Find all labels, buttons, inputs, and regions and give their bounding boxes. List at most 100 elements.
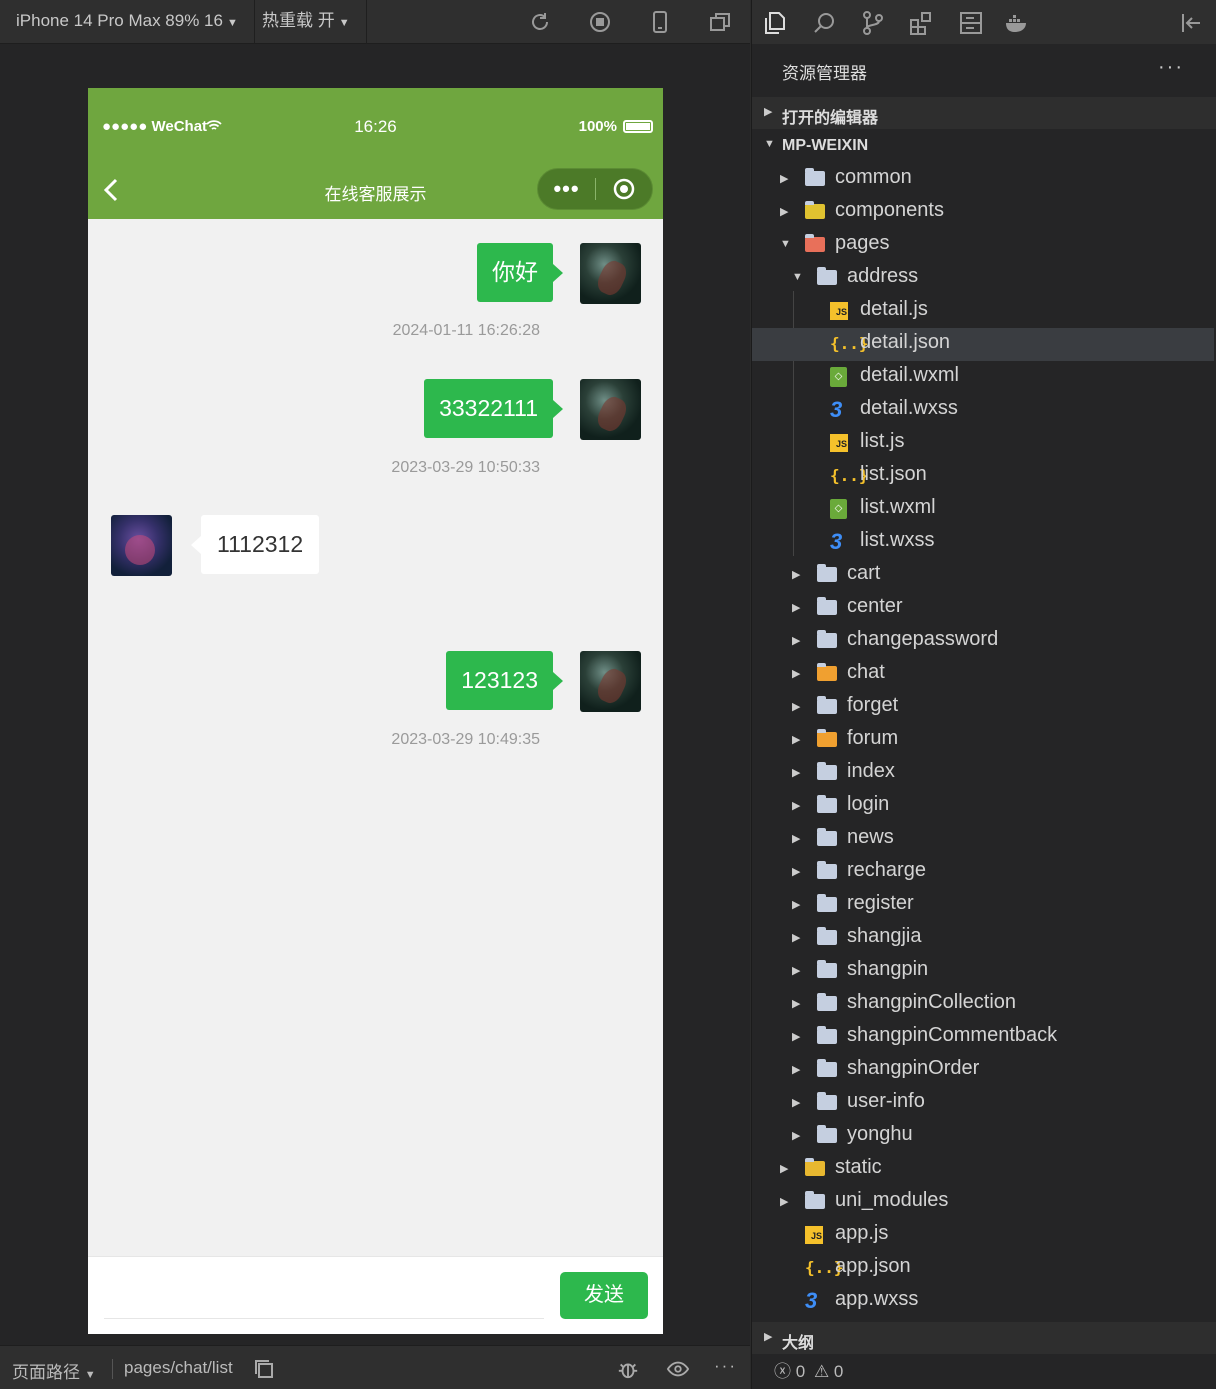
source-control-icon[interactable]: [860, 10, 886, 36]
chevron-right-icon: ▶: [792, 1130, 801, 1142]
tree-item-label: shangpinCommentback: [847, 1024, 1058, 1046]
phone-screen: ●●●●● WeChat 16:26 100% 在线客服展示 ••• 你好 20…: [88, 88, 663, 1334]
extensions-icon[interactable]: [908, 10, 934, 36]
tree-item[interactable]: ▶ chat: [752, 658, 1214, 691]
avatar[interactable]: [580, 651, 641, 712]
message-bubble[interactable]: 1112312: [190, 515, 320, 574]
tree-item[interactable]: ▶ uni_modules: [752, 1186, 1214, 1219]
more-icon[interactable]: ···: [1158, 56, 1184, 79]
hotreload-toggle[interactable]: 热重载 开 ▼: [246, 0, 367, 44]
section-project[interactable]: ▼ MP-WEIXIN: [752, 130, 1216, 162]
tree-item[interactable]: ▶ static: [752, 1153, 1214, 1186]
tree-item[interactable]: ▶ forum: [752, 724, 1214, 757]
tree-item[interactable]: ▶ register: [752, 889, 1214, 922]
tree-item[interactable]: {..} app.json: [752, 1252, 1214, 1285]
chevron-right-icon: ▶: [780, 206, 789, 218]
debug-bug-icon[interactable]: [616, 1358, 640, 1380]
phone-icon[interactable]: [648, 10, 672, 34]
files-icon[interactable]: [762, 10, 788, 36]
page-path-label: 页面路径: [12, 1363, 80, 1382]
tree-item[interactable]: ▶ components: [752, 196, 1214, 229]
tree-item-label: register: [847, 892, 914, 914]
tree-item[interactable]: ▶ shangpinCommentback: [752, 1021, 1214, 1054]
send-button[interactable]: 发送: [560, 1272, 648, 1319]
chevron-right-icon: ▶: [792, 965, 801, 977]
tree-item[interactable]: ▶ cart: [752, 559, 1214, 592]
more-dots-icon[interactable]: •••: [538, 169, 595, 209]
avatar[interactable]: [111, 515, 172, 576]
avatar[interactable]: [580, 243, 641, 304]
tree-item[interactable]: ▶ recharge: [752, 856, 1214, 889]
tree-item[interactable]: {..} list.json: [752, 460, 1214, 493]
message-row: 33322111: [424, 379, 563, 438]
search-icon[interactable]: [812, 10, 838, 36]
message-bubble[interactable]: 123123: [446, 651, 563, 710]
tree-item[interactable]: ▶ center: [752, 592, 1214, 625]
tree-item[interactable]: ◇ detail.wxml: [752, 361, 1214, 394]
tree-item[interactable]: ▶ forget: [752, 691, 1214, 724]
tree-item-label: static: [835, 1156, 882, 1178]
tree-item[interactable]: 3 list.wxss: [752, 526, 1214, 559]
js-file-icon: JS: [830, 432, 852, 454]
message-bubble[interactable]: 你好: [477, 243, 563, 302]
message-input[interactable]: [104, 1318, 544, 1319]
tree-item-label: detail.js: [860, 298, 928, 320]
tree-item[interactable]: ▶ index: [752, 757, 1214, 790]
tree-item[interactable]: ▶ shangpinCollection: [752, 988, 1214, 1021]
page-path-selector[interactable]: 页面路径 ▼: [12, 1358, 96, 1383]
message-timestamp: 2024-01-11 16:26:28: [392, 322, 540, 339]
tree-item[interactable]: 3 app.wxss: [752, 1285, 1214, 1318]
tree-item[interactable]: ▶ user-info: [752, 1087, 1214, 1120]
tree-item[interactable]: ▶ yonghu: [752, 1120, 1214, 1153]
divider: [112, 1359, 113, 1379]
copy-icon[interactable]: [252, 1358, 276, 1380]
chevron-right-icon: ▶: [792, 932, 801, 944]
tree-item[interactable]: ▶ shangpin: [752, 955, 1214, 988]
problems-summary[interactable]: ⓧ 0 ⚠ 0: [774, 1357, 843, 1382]
layout-icon[interactable]: [958, 10, 984, 36]
tree-item[interactable]: ▶ shangjia: [752, 922, 1214, 955]
folder-icon: [817, 993, 839, 1015]
avatar[interactable]: [580, 379, 641, 440]
close-target-icon[interactable]: [596, 177, 652, 201]
refresh-icon[interactable]: [528, 10, 552, 34]
battery-percent: 100%: [578, 118, 617, 135]
tree-item-label: shangpin: [847, 958, 929, 980]
chat-input-bar: 发送: [88, 1256, 663, 1334]
tree-item[interactable]: JS list.js: [752, 427, 1214, 460]
section-outline[interactable]: ▶ 大纲: [752, 1322, 1216, 1354]
eye-icon[interactable]: [666, 1358, 690, 1380]
tree-item-label: changepassword: [847, 628, 999, 650]
tree-item[interactable]: JS app.js: [752, 1219, 1214, 1252]
tree-item[interactable]: ◇ list.wxml: [752, 493, 1214, 526]
tree-item[interactable]: ▶ changepassword: [752, 625, 1214, 658]
wxss-file-icon: 3: [805, 1288, 818, 1313]
docker-icon[interactable]: [1004, 10, 1030, 36]
wxss-file-icon: 3: [830, 529, 843, 554]
tree-item[interactable]: ▶ login: [752, 790, 1214, 823]
tree-item[interactable]: 3 detail.wxss: [752, 394, 1214, 427]
stop-icon[interactable]: [588, 10, 612, 34]
message-bubble[interactable]: 33322111: [424, 379, 563, 438]
collapse-panel-icon[interactable]: [1178, 10, 1204, 36]
tree-item[interactable]: ▶ shangpinOrder: [752, 1054, 1214, 1087]
chevron-right-icon: ▶: [792, 800, 801, 812]
simulator-panel: iPhone 14 Pro Max 89% 16 ▼ 热重载 开 ▼ ●●●●● W…: [0, 0, 750, 1389]
folder-icon: [817, 828, 839, 850]
simulator-toolbar: iPhone 14 Pro Max 89% 16 ▼ 热重载 开 ▼: [0, 0, 750, 44]
tree-item[interactable]: {..} detail.json: [752, 328, 1214, 361]
tree-item[interactable]: ▶ news: [752, 823, 1214, 856]
section-open-editors[interactable]: ▶ 打开的编辑器: [752, 97, 1216, 129]
tree-item-label: address: [847, 265, 919, 287]
detach-window-icon[interactable]: [708, 10, 732, 34]
chevron-right-icon: ▶: [792, 1064, 801, 1076]
forum-folder-icon: [817, 729, 839, 751]
tree-item[interactable]: ▶ common: [752, 163, 1214, 196]
folder-icon: [817, 564, 839, 586]
more-icon[interactable]: ···: [714, 1356, 737, 1376]
device-selector[interactable]: iPhone 14 Pro Max 89% 16 ▼: [0, 0, 255, 44]
tree-item[interactable]: JS detail.js: [752, 295, 1214, 328]
tree-item[interactable]: ▼ address: [752, 262, 1214, 295]
tree-item-label: recharge: [847, 859, 926, 881]
tree-item[interactable]: ▼ pages: [752, 229, 1214, 262]
